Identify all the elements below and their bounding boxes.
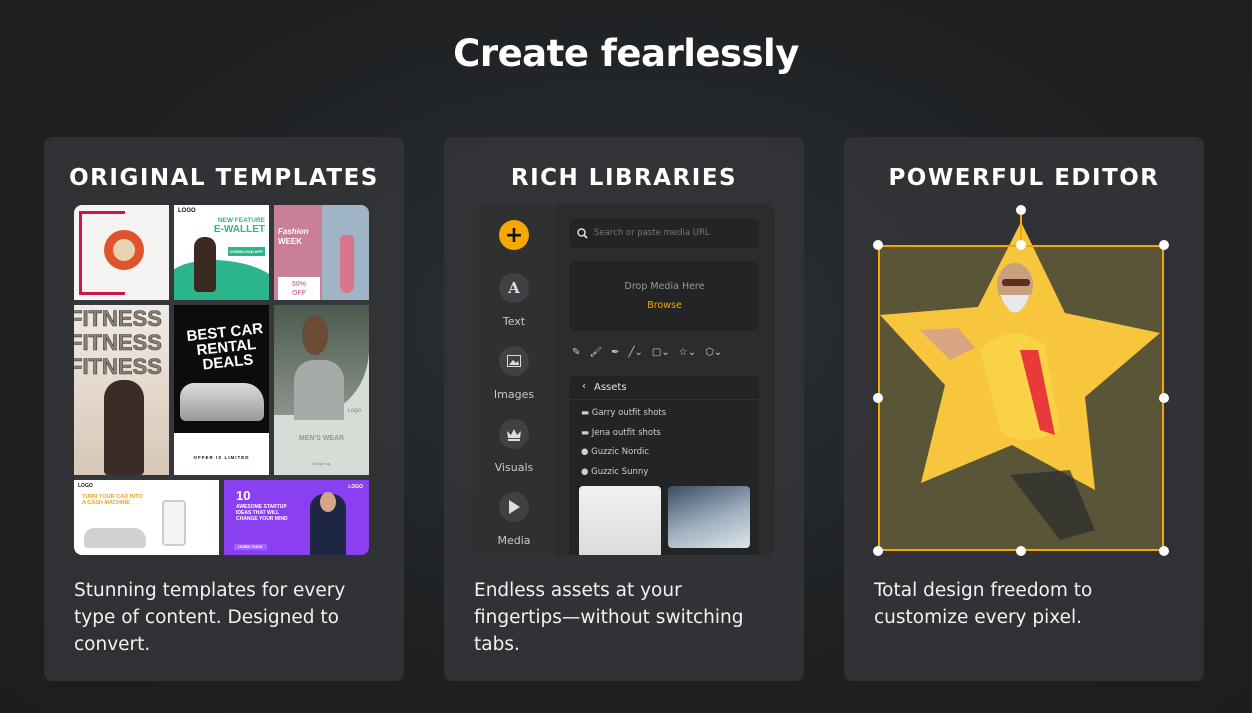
card-heading: RICH LIBRARIES [510,165,738,191]
selection-box[interactable] [878,245,1164,551]
template-car-rental[interactable]: BEST CAR RENTAL DEALS OFFER IS LIMITED [174,305,269,475]
resize-handle[interactable] [1016,546,1026,556]
hexagon-icon[interactable]: ⬡⌄ [705,347,722,358]
asset-thumbnail[interactable] [668,486,750,548]
pen-icon[interactable]: ✒︎ [611,347,619,358]
brush-icon[interactable]: 🖌︎ [589,347,602,358]
template-fashion[interactable]: Fashion WEEK 50% OFF [274,205,369,300]
card-heading: ORIGINAL TEMPLATES [69,165,379,191]
card-description: Total design freedom to customize every … [874,580,1093,628]
media-library-panel: + A Text Images Visuals Media Search or … [474,205,774,555]
play-icon[interactable] [499,492,529,522]
back-chevron-icon[interactable]: ‹ [582,381,586,392]
resize-handle[interactable] [873,240,883,250]
sidebar-item-images[interactable]: Images [474,388,554,401]
rotate-handle[interactable] [1016,205,1026,215]
card-description: Stunning templates for every type of con… [74,580,346,655]
asset-item[interactable]: ● Guzzic Sunny [581,467,648,477]
fitness-lettering: FITNESS FITNESS FITNESS [74,306,162,379]
page-title: Create fearlessly [453,32,799,75]
line-icon[interactable]: ╱⌄ [628,347,642,358]
card-heading: POWERFUL EDITOR [888,165,1160,191]
resize-handle[interactable] [1159,393,1169,403]
template-cash-car[interactable]: LOGO TURN YOUR CAR INTO A CASH MACHINE [74,480,219,555]
sidebar-item-media[interactable]: Media [474,534,554,547]
card-description: Endless assets at your fingertips—withou… [474,580,744,655]
template-grid: LOGO NEW FEATURE E-WALLET DOWNLOAD APP F… [74,205,369,555]
asset-item[interactable]: ● Guzzic Nordic [581,447,649,457]
star-icon[interactable]: ☆⌄ [679,347,696,358]
letter-a-icon[interactable]: A [499,273,529,303]
library-sidebar: + A Text Images Visuals Media [474,205,556,555]
pencil-icon[interactable]: ✎ [572,347,580,358]
card-powerful-editor: POWERFUL EDITOR Total design freedom to … [844,137,1204,681]
sidebar-item-text[interactable]: Text [474,315,554,328]
resize-handle[interactable] [1159,240,1169,250]
drop-zone[interactable]: Drop Media Here Browse [570,261,759,331]
assets-header[interactable]: ‹ Assets [570,376,759,400]
sidebar-item-visuals[interactable]: Visuals [474,461,554,474]
resize-handle[interactable] [1159,546,1169,556]
resize-handle[interactable] [1016,240,1026,250]
card-original-templates: ORIGINAL TEMPLATES LOGO NEW FEATURE E-WA… [44,137,404,681]
drawing-toolbar: ✎ 🖌︎ ✒︎ ╱⌄ ▢⌄ ☆⌄ ⬡⌄ [572,345,762,359]
assets-panel: ‹ Assets ▬ Garry outfit shots ▬ Jena out… [570,376,759,555]
template-startup[interactable]: LOGO 10 AWESOME STARTUP IDEAS THAT WILL … [224,480,369,555]
asset-item[interactable]: ▬ Jena outfit shots [581,428,661,438]
card-rich-libraries: RICH LIBRARIES + A Text Images Visuals M… [444,137,804,681]
asset-thumbnail[interactable] [579,486,661,555]
image-icon[interactable] [499,346,529,376]
search-icon [577,228,588,239]
asset-item[interactable]: ▬ Garry outfit shots [581,408,666,418]
template-fitness[interactable]: FITNESS FITNESS FITNESS [74,305,169,475]
template-coffee[interactable] [74,205,169,300]
rectangle-icon[interactable]: ▢⌄ [652,347,670,358]
crown-icon[interactable] [499,419,529,449]
resize-handle[interactable] [873,393,883,403]
add-button[interactable]: + [499,220,529,250]
media-search-input[interactable]: Search or paste media URL [570,219,759,248]
template-menswear[interactable]: Logo MEN'S WEAR Swipe up [274,305,369,475]
resize-handle[interactable] [873,546,883,556]
browse-link[interactable]: Browse [570,300,759,311]
template-ewallet[interactable]: LOGO NEW FEATURE E-WALLET DOWNLOAD APP [174,205,269,300]
